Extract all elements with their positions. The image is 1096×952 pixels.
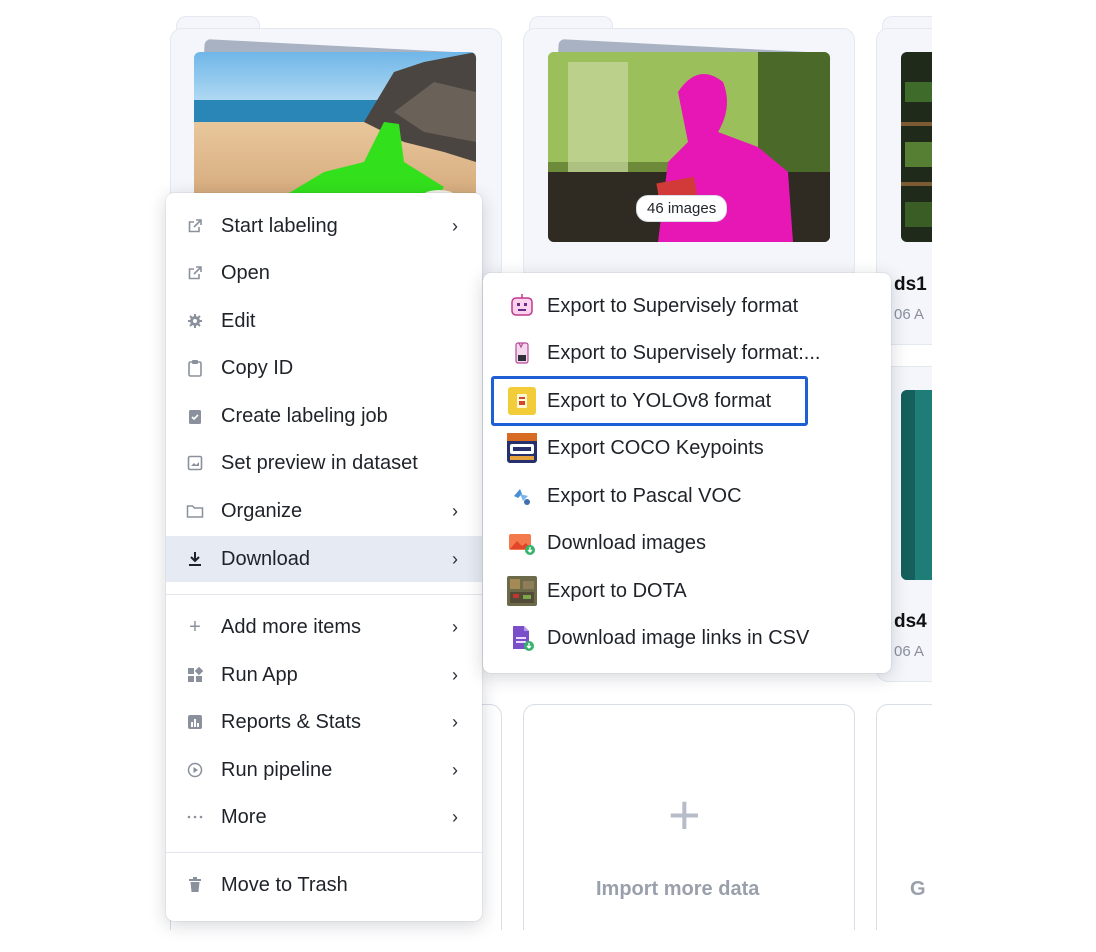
download-icon	[184, 548, 206, 570]
submenu-item-export-dota[interactable]: Export to DOTA	[483, 568, 891, 614]
download-images-icon	[507, 528, 537, 558]
menu-item-copy-id[interactable]: Copy ID	[166, 345, 482, 391]
menu-item-set-preview[interactable]: Set preview in dataset	[166, 440, 482, 486]
download-submenu: Export to Supervisely format Export to S…	[483, 273, 891, 673]
menu-item-label: More	[221, 805, 267, 828]
menu-item-label: Move to Trash	[221, 873, 348, 896]
menu-item-create-labeling-job[interactable]: Create labeling job	[166, 393, 482, 439]
submenu-item-export-pascal-voc[interactable]: Export to Pascal VOC	[483, 473, 891, 519]
gear-icon	[184, 310, 206, 332]
submenu-item-download-images[interactable]: Download images	[483, 520, 891, 566]
menu-item-label: Run pipeline	[221, 758, 333, 781]
dataset-thumbnail-plants[interactable]	[901, 52, 932, 242]
chevron-right-icon: ›	[452, 500, 458, 521]
plus-icon: +	[189, 615, 201, 638]
submenu-item-download-csv[interactable]: Download image links in CSV	[483, 615, 891, 661]
menu-item-label: Organize	[221, 499, 303, 522]
clipboard-check-icon	[184, 405, 206, 427]
dataset-date-ds1: 06 A	[894, 306, 925, 323]
menu-item-reports-stats[interactable]: Reports & Stats ›	[166, 699, 482, 745]
import-more-data-label[interactable]: Import more data	[596, 878, 759, 901]
apps-icon	[184, 664, 206, 686]
coco-keypoints-icon	[507, 433, 537, 463]
dataset-context-menu: Start labeling › Open Edit Copy ID Creat…	[166, 193, 482, 921]
selection-highlight	[491, 376, 808, 426]
play-circle-icon	[184, 759, 206, 781]
plus-icon: +	[668, 783, 701, 846]
dota-icon	[507, 576, 537, 606]
submenu-item-label: Export to Supervisely format:...	[547, 341, 821, 364]
chevron-right-icon: ›	[452, 215, 458, 236]
menu-item-start-labeling[interactable]: Start labeling ›	[166, 203, 482, 249]
dataset-name-ds4[interactable]: ds4	[894, 611, 927, 633]
external-link-icon	[184, 262, 206, 284]
dataset-name-ds1[interactable]: ds1	[894, 274, 927, 296]
menu-item-label: Edit	[221, 309, 256, 332]
pascal-voc-icon	[507, 481, 537, 511]
submenu-item-export-coco-keypoints[interactable]: Export COCO Keypoints	[483, 425, 891, 471]
menu-item-label: Create labeling job	[221, 404, 388, 427]
menu-separator	[166, 594, 482, 595]
menu-item-edit[interactable]: Edit	[166, 298, 482, 344]
menu-item-label: Open	[221, 261, 270, 284]
chevron-right-icon: ›	[452, 548, 458, 569]
menu-item-label: Set preview in dataset	[221, 451, 418, 474]
menu-item-run-app[interactable]: Run App ›	[166, 652, 482, 698]
csv-file-icon	[507, 623, 537, 653]
chevron-right-icon: ›	[452, 664, 458, 685]
trash-icon	[184, 874, 206, 896]
menu-item-label: Run App	[221, 663, 298, 686]
menu-item-organize[interactable]: Organize ›	[166, 488, 482, 534]
folder-icon	[184, 500, 206, 522]
menu-item-add-more-items[interactable]: + Add more items ›	[166, 604, 482, 650]
dataset-date-ds4: 06 A	[894, 643, 925, 660]
external-link-icon	[184, 215, 206, 237]
submenu-item-export-supervisely-file[interactable]: Export to Supervisely format:...	[483, 330, 891, 376]
submenu-item-label: Export to DOTA	[547, 579, 687, 602]
dataset-thumbnail-teal[interactable]	[901, 390, 932, 580]
clipboard-icon	[184, 357, 206, 379]
chart-icon	[184, 711, 206, 733]
submenu-item-label: Export COCO Keypoints	[547, 436, 764, 459]
chevron-right-icon: ›	[452, 759, 458, 780]
menu-item-more[interactable]: More ›	[166, 794, 482, 840]
chevron-right-icon: ›	[452, 806, 458, 827]
menu-item-download[interactable]: Download ›	[166, 536, 482, 582]
menu-item-run-pipeline[interactable]: Run pipeline ›	[166, 747, 482, 793]
submenu-item-label: Export to Supervisely format	[547, 294, 799, 317]
menu-item-label: Download	[221, 547, 310, 570]
image-icon	[184, 452, 206, 474]
submenu-item-export-supervisely[interactable]: Export to Supervisely format	[483, 283, 891, 329]
image-count-badge: 46 images	[636, 195, 728, 222]
menu-item-open[interactable]: Open	[166, 250, 482, 296]
menu-item-move-to-trash[interactable]: Move to Trash	[166, 862, 482, 908]
supervisely-export-icon	[507, 291, 537, 321]
submenu-item-label: Export to Pascal VOC	[547, 484, 742, 507]
partial-card-label: G	[910, 878, 926, 900]
chevron-right-icon: ›	[452, 711, 458, 732]
menu-item-label: Start labeling	[221, 214, 338, 237]
menu-item-label: Add more items	[221, 615, 362, 638]
menu-item-label: Copy ID	[221, 356, 294, 379]
submenu-item-label: Download image links in CSV	[547, 626, 810, 649]
supervisely-file-icon	[507, 338, 537, 368]
ellipsis-icon	[184, 806, 206, 828]
menu-item-label: Reports & Stats	[221, 710, 362, 733]
chevron-right-icon: ›	[452, 616, 458, 637]
menu-separator	[166, 852, 482, 853]
submenu-item-label: Download images	[547, 531, 706, 554]
